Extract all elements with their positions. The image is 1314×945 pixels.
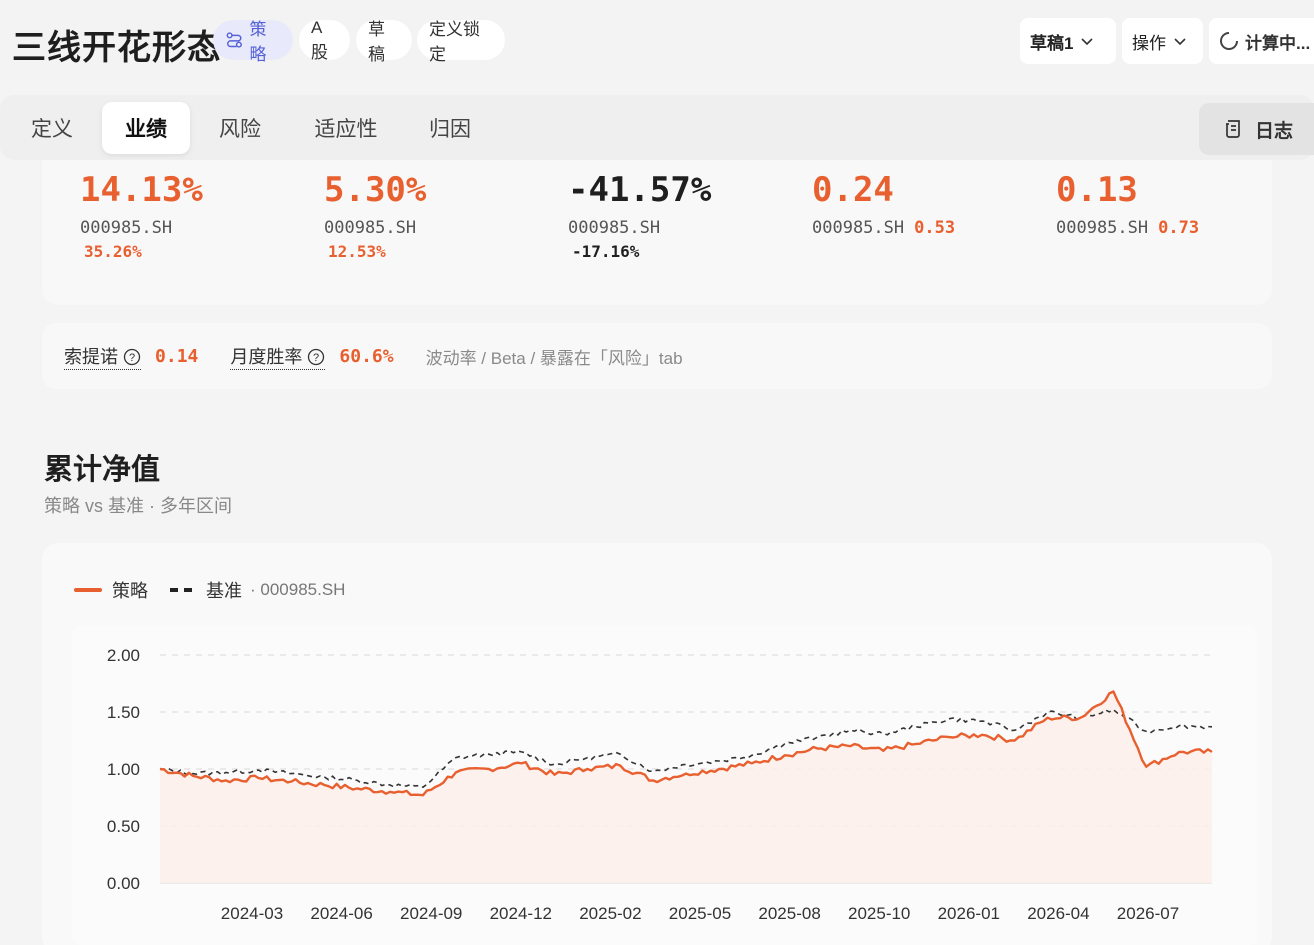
draft-chip[interactable]: 草稿	[356, 20, 412, 64]
strategy-chip-label: 策略	[249, 20, 267, 64]
benchmark-code: 000985.SH	[80, 218, 173, 238]
legend-item-strategy[interactable]: 策略	[74, 577, 148, 603]
y-tick-label: 1.50	[107, 703, 140, 722]
legend-swatch-dash	[170, 588, 196, 592]
section-subtitle: 策略 vs 基准 · 多年区间	[44, 496, 232, 516]
scroll-icon	[1226, 120, 1240, 138]
calculating-label: 计算中...	[1245, 33, 1311, 53]
x-tick-label: 2025-05	[669, 904, 731, 923]
x-tick-label: 2026-04	[1027, 904, 1089, 923]
legend-item-benchmark[interactable]: 基准	[170, 577, 242, 603]
legend-label-strategy: 策略	[112, 581, 148, 601]
y-tick-label: 0.50	[107, 817, 140, 836]
help-icon[interactable]: ?	[307, 348, 325, 366]
spinner-icon	[1220, 32, 1238, 50]
tab-performance[interactable]: 业绩	[102, 102, 190, 154]
metric-3: -41.57% 000985.SH -17.16%	[568, 170, 711, 261]
legend-swatch-solid	[74, 588, 102, 592]
risk-tab-note: 波动率 / Beta / 暴露在「风险」tab	[425, 348, 683, 368]
operations-label: 操作	[1132, 33, 1166, 53]
benchmark-value: -17.16%	[572, 242, 640, 261]
sortino-value: 0.14	[155, 345, 199, 367]
tab-definition[interactable]: 定义	[16, 102, 88, 154]
winrate-value: 60.6%	[339, 345, 394, 367]
winrate-item: 月度胜率 ? 60.6%	[230, 343, 394, 370]
metric-4: 0.24 000985.SH 0.53	[812, 170, 955, 238]
svg-text:?: ?	[129, 352, 135, 364]
draft-select-label: 草稿1	[1030, 33, 1074, 53]
log-button[interactable]: 日志	[1199, 103, 1314, 155]
chevron-down-icon	[1081, 38, 1094, 46]
draft-select[interactable]: 草稿1	[1020, 18, 1116, 64]
market-chip[interactable]: A股	[299, 18, 350, 62]
legend-label-benchmark: 基准	[206, 581, 242, 601]
chevron-down-icon	[1174, 38, 1186, 46]
y-tick-label: 1.00	[107, 760, 140, 779]
benchmark-value: 0.53	[914, 218, 956, 238]
x-tick-label: 2026-01	[938, 904, 1000, 923]
metric-value: 14.13%	[80, 170, 203, 210]
nav-line-chart[interactable]: 0.00 0.50 1.00 1.50 2.00 2024-03 2024-06 2024-0…	[72, 625, 1258, 945]
strategy-chip[interactable]: 策略	[213, 20, 293, 64]
benchmark-code: 000985.SH	[1056, 218, 1149, 238]
metric-value: 0.13	[1056, 170, 1138, 210]
route-icon	[226, 32, 242, 48]
x-tick-label: 2024-12	[490, 904, 552, 923]
chart-legend: 策略 基准 · 000985.SH	[74, 577, 345, 603]
winrate-label[interactable]: 月度胜率 ?	[230, 343, 326, 370]
legend-benchmark-code: · 000985.SH	[250, 580, 346, 599]
tab-attribution[interactable]: 归因	[412, 102, 488, 154]
sortino-label[interactable]: 索提诺 ?	[64, 343, 142, 370]
log-label: 日志	[1255, 120, 1294, 142]
top-header: 三线开花形态 策略 A股 草稿 定义锁定 草稿1 操作 计算中...	[0, 0, 1314, 80]
x-tick-label: 2025-08	[758, 904, 820, 923]
metric-value: 5.30%	[324, 170, 427, 210]
strategy-area	[160, 691, 1212, 883]
benchmark-code: 000985.SH	[812, 218, 905, 238]
tab-risk[interactable]: 风险	[200, 102, 280, 154]
benchmark-value: 0.73	[1158, 218, 1200, 238]
extra-metrics-row: 索提诺 ? 0.14 月度胜率 ? 60.6% 波动率 / Beta / 暴露在…	[42, 323, 1272, 389]
page-title: 三线开花形态	[12, 29, 222, 67]
x-tick-label: 2025-10	[848, 904, 910, 923]
x-tick-label: 2024-06	[310, 904, 372, 923]
x-tick-label: 2024-09	[400, 904, 462, 923]
x-tick-label: 2024-03	[221, 904, 283, 923]
sortino-item: 索提诺 ? 0.14	[64, 343, 198, 370]
definition-lock-chip[interactable]: 定义锁定	[417, 20, 505, 64]
tab-fitness[interactable]: 适应性	[296, 102, 396, 154]
operations-menu-button[interactable]: 操作	[1122, 18, 1203, 64]
benchmark-code: 000985.SH	[568, 218, 661, 238]
benchmark-value: 35.26%	[84, 242, 142, 261]
benchmark-value: 12.53%	[328, 242, 386, 261]
chart-plot-area: 0.00 0.50 1.00 1.50 2.00 2024-03 2024-06 2024-0…	[72, 625, 1258, 945]
metric-2: 5.30% 000985.SH 12.53%	[324, 170, 426, 261]
metrics-card: 14.13% 000985.SH 35.26% 5.30% 000985.SH …	[42, 160, 1272, 305]
metric-value: -41.57%	[568, 170, 712, 210]
svg-text:?: ?	[313, 352, 319, 364]
section-title: 累计净值	[44, 454, 161, 486]
metric-value: 0.24	[812, 170, 894, 210]
help-icon[interactable]: ?	[123, 348, 141, 366]
calculating-button[interactable]: 计算中...	[1209, 18, 1314, 64]
y-tick-label: 0.00	[107, 874, 140, 893]
y-tick-label: 2.00	[107, 646, 140, 665]
x-tick-label: 2025-02	[579, 904, 641, 923]
benchmark-code: 000985.SH	[324, 218, 417, 238]
tab-bar: 定义 业绩 风险 适应性 归因 日志	[0, 95, 1314, 160]
metric-1: 14.13% 000985.SH 35.26%	[80, 170, 203, 261]
x-tick-label: 2026-07	[1117, 904, 1179, 923]
nav-chart-card: 策略 基准 · 000985.SH 0.00 0.50 1.00 1.50 2.00 20…	[42, 543, 1272, 945]
metric-5: 0.13 000985.SH 0.73	[1056, 170, 1199, 238]
